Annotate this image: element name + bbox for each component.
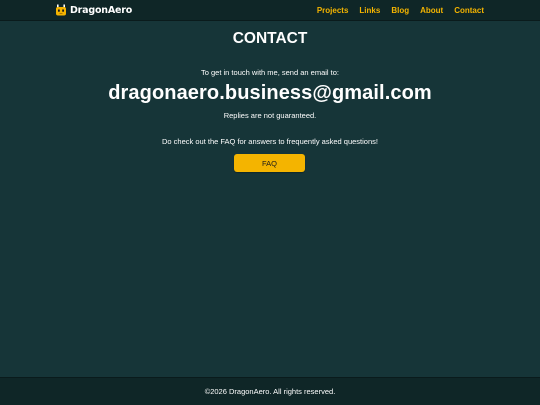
page-title: CONTACT <box>232 30 308 47</box>
nav-link-contact[interactable]: Contact <box>454 6 484 15</box>
copyright-text: ©2026 DragonAero. All rights reserved. <box>204 387 336 396</box>
top-navbar: DragonAero Projects Links Blog About Con… <box>0 0 540 21</box>
nav-link-about[interactable]: About <box>420 6 443 15</box>
replies-note: Replies are not guaranteed. <box>223 111 317 120</box>
brand-logo-link[interactable]: DragonAero <box>55 4 132 16</box>
contact-intro-text: To get in touch with me, send an email t… <box>201 68 339 77</box>
faq-button[interactable]: FAQ <box>234 154 305 172</box>
nav-link-links[interactable]: Links <box>359 6 380 15</box>
footer: ©2026 DragonAero. All rights reserved. <box>0 377 540 405</box>
dragon-mascot-icon <box>56 4 66 16</box>
contact-email: dragonaero.business@gmail.com <box>108 82 432 104</box>
brand-name: DragonAero <box>70 4 133 16</box>
nav-links: Projects Links Blog About Contact <box>317 6 484 15</box>
nav-link-blog[interactable]: Blog <box>391 6 409 15</box>
main-content: CONTACT To get in touch with me, send an… <box>0 21 540 377</box>
faq-hint-text: Do check out the FAQ for answers to freq… <box>162 137 378 146</box>
nav-link-projects[interactable]: Projects <box>317 6 349 15</box>
